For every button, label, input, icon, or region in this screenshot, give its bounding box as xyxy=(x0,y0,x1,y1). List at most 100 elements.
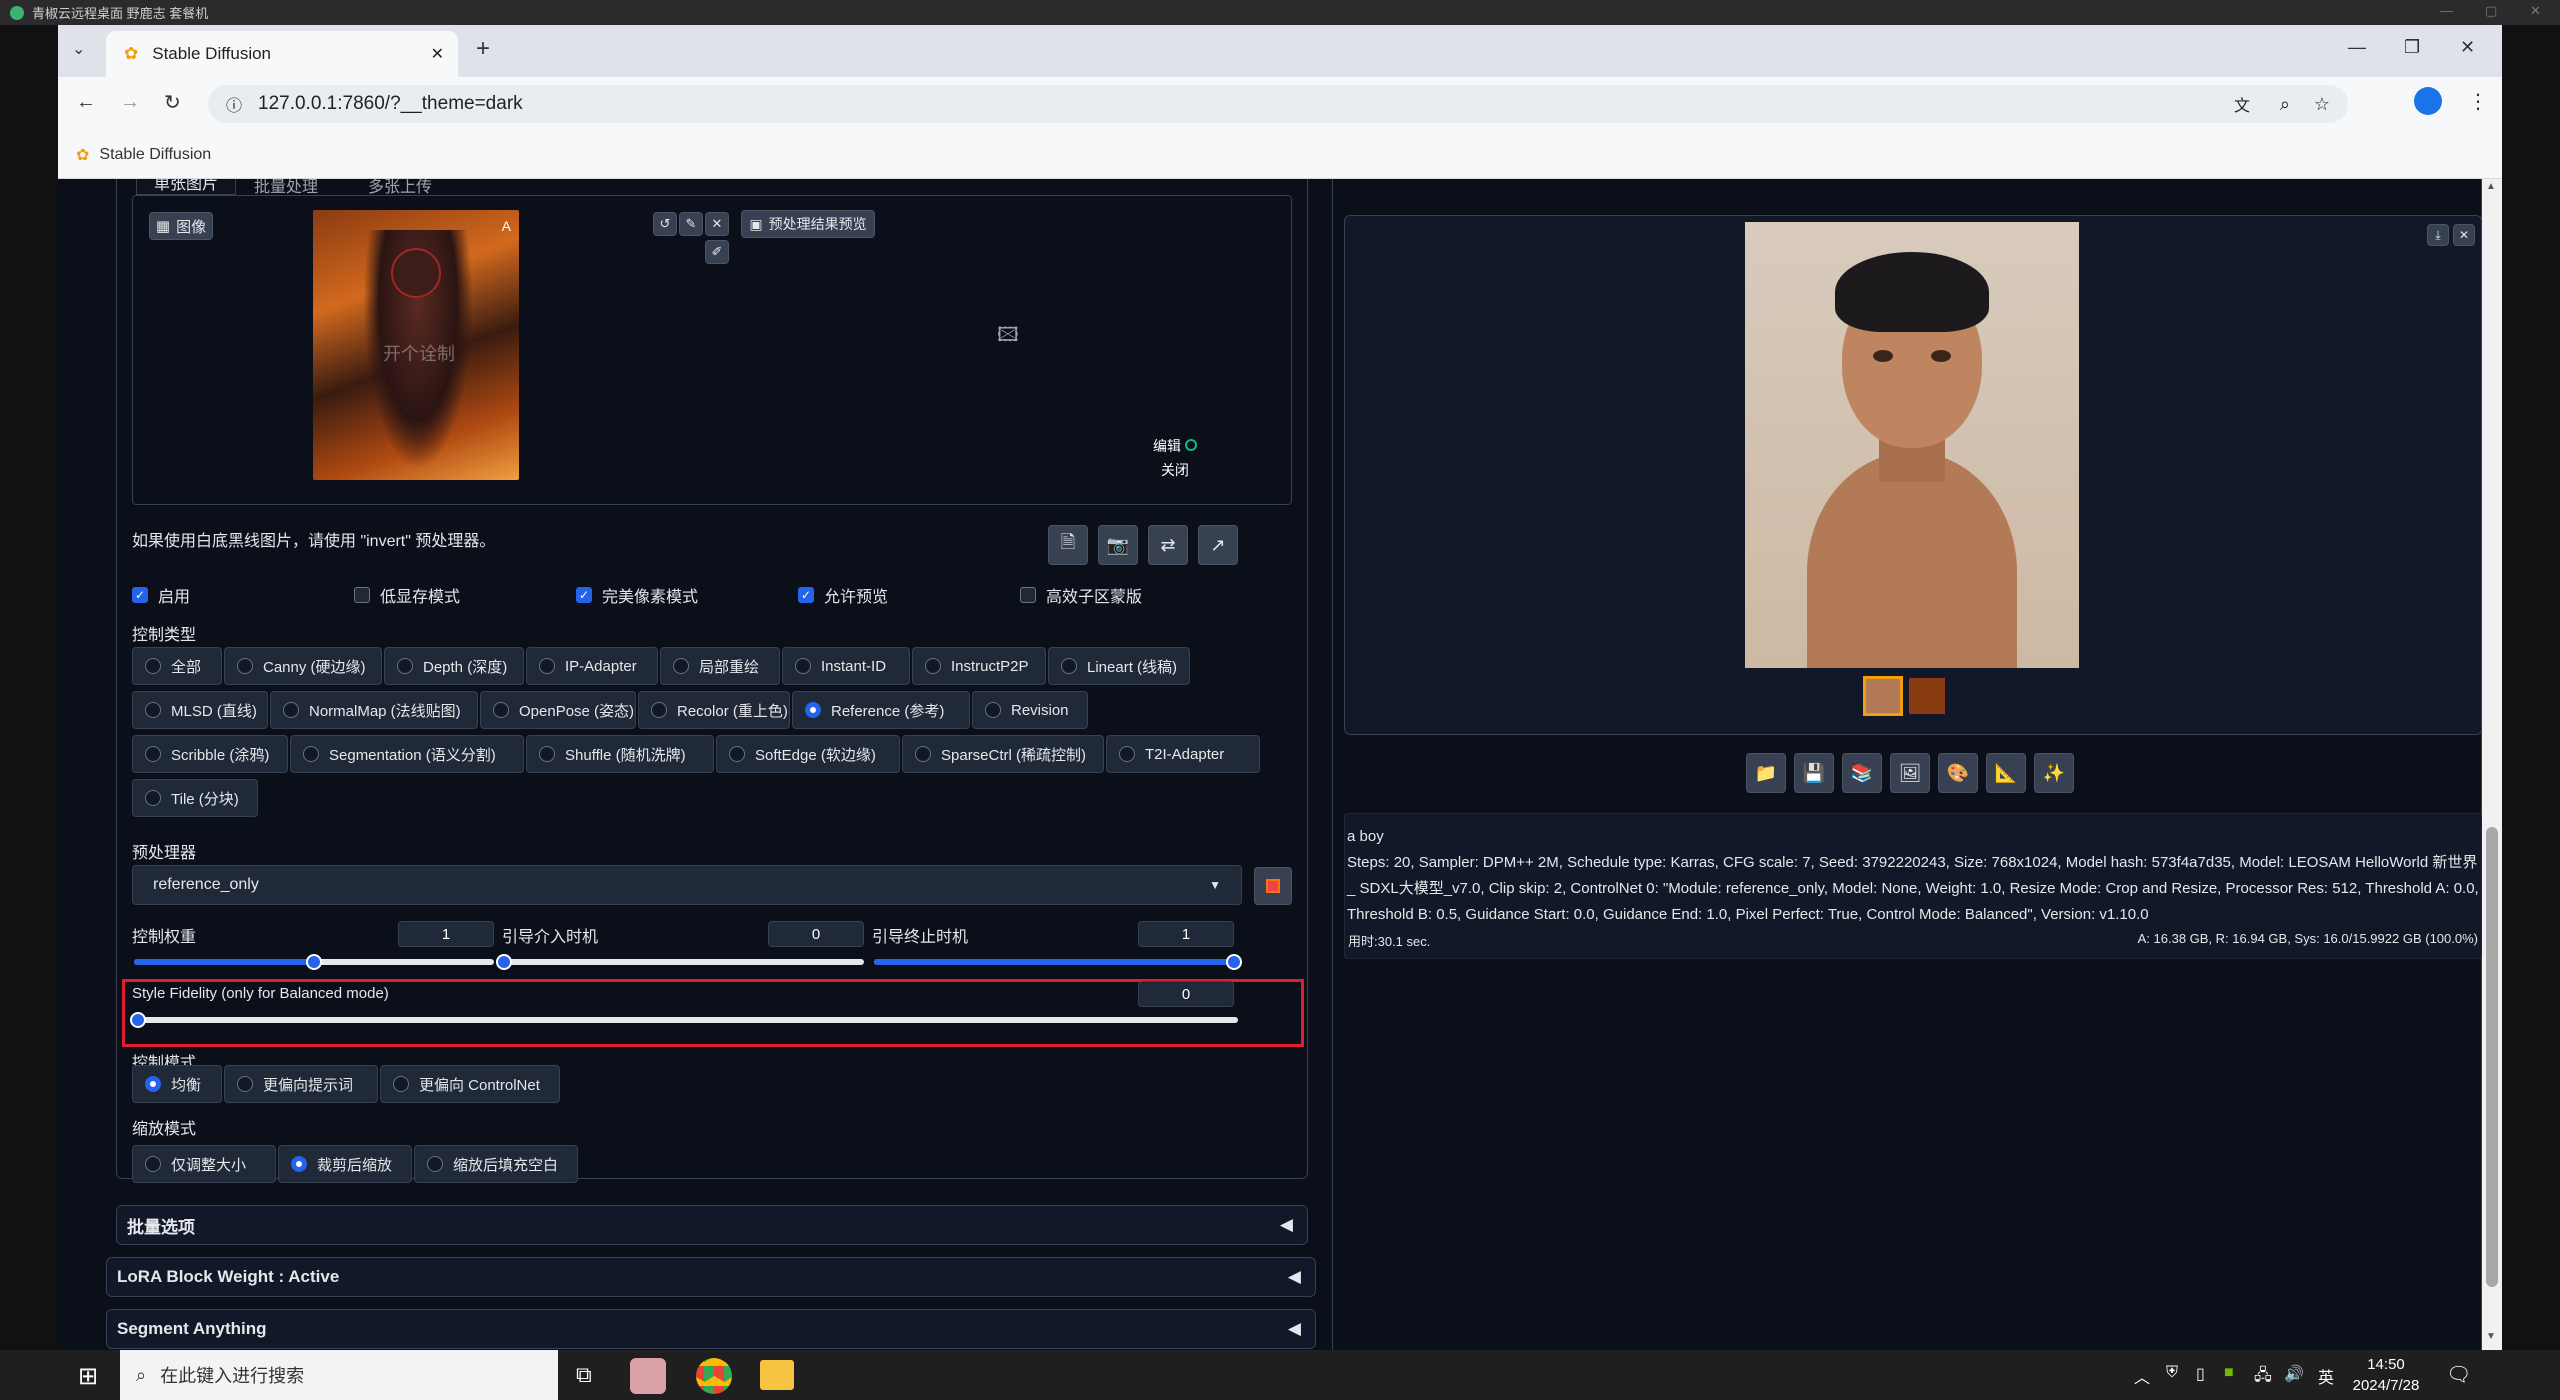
gallery-thumb-2[interactable] xyxy=(1909,678,1945,714)
windows-start-icon[interactable]: ⊞ xyxy=(78,1362,98,1391)
rd-minimize-icon[interactable]: — xyxy=(2440,3,2453,18)
send-inpaint-icon[interactable]: 🎨 xyxy=(1938,753,1978,793)
download-icon[interactable]: ⤓ xyxy=(2427,224,2449,246)
ctype-shuffle[interactable]: Shuffle (随机洗牌) xyxy=(526,735,714,773)
slider-handle[interactable] xyxy=(306,954,322,970)
usb-icon[interactable]: ▯ xyxy=(2196,1364,2205,1384)
scroll-up-icon[interactable]: ▲ xyxy=(2486,181,2496,192)
ctype-openpose[interactable]: OpenPose (姿态) xyxy=(480,691,636,729)
slider-handle[interactable] xyxy=(1226,954,1242,970)
ctype-t2i-adapter[interactable]: T2I-Adapter xyxy=(1106,735,1260,773)
ctype-depth[interactable]: Depth (深度) xyxy=(384,647,524,685)
tab-search-icon[interactable]: ⌄ xyxy=(72,39,85,59)
preprocessor-select[interactable]: reference_only ▼ xyxy=(132,865,1242,905)
doc-icon[interactable]: 🗎 xyxy=(1048,525,1088,565)
window-close-icon[interactable]: ✕ xyxy=(2460,37,2475,58)
forward-icon[interactable]: → xyxy=(120,91,140,114)
ctype-scribble[interactable]: Scribble (涂鸦) xyxy=(132,735,288,773)
ctype-recolor[interactable]: Recolor (重上色) xyxy=(638,691,790,729)
gallery-close-icon[interactable]: ✕ xyxy=(2453,224,2475,246)
window-minimize-icon[interactable]: — xyxy=(2348,37,2366,58)
volume-icon[interactable]: 🔊 xyxy=(2284,1364,2304,1384)
rd-close-icon[interactable]: ✕ xyxy=(2530,3,2541,19)
weight-input[interactable]: 1 xyxy=(398,921,494,947)
ctype-canny[interactable]: Canny (硬边缘) xyxy=(224,647,382,685)
preprocess-preview-button[interactable]: ▣ 预处理结果预览 xyxy=(741,210,875,238)
resize-crop[interactable]: 裁剪后缩放 xyxy=(278,1145,412,1183)
translate-icon[interactable]: 文 xyxy=(2234,92,2250,116)
resize-fill[interactable]: 缩放后填充空白 xyxy=(414,1145,578,1183)
nvidia-icon[interactable]: ■ xyxy=(2224,1364,2234,1382)
clock[interactable]: 14:50 2024/7/28 xyxy=(2346,1354,2426,1396)
zoom-icon[interactable]: ⌕ xyxy=(2280,94,2290,115)
resize-just[interactable]: 仅调整大小 xyxy=(132,1145,276,1183)
ctype-segmentation[interactable]: Segmentation (语义分割) xyxy=(290,735,524,773)
taskbar-app-icon[interactable] xyxy=(630,1358,666,1394)
style-fidelity-slider[interactable] xyxy=(130,1012,1238,1028)
site-info-icon[interactable]: ⓘ xyxy=(226,92,242,116)
back-icon[interactable]: ← xyxy=(76,91,96,114)
ctype-instant-id[interactable]: Instant-ID xyxy=(782,647,910,685)
allow-preview-checkbox[interactable]: ✓ 允许预览 xyxy=(798,583,888,607)
bookmark-stable-diffusion[interactable]: Stable Diffusion xyxy=(99,146,211,164)
guidance-start-input[interactable]: 0 xyxy=(768,921,864,947)
reload-icon[interactable]: ↻ xyxy=(164,90,181,115)
address-bar[interactable]: ⓘ 127.0.0.1:7860/?__theme=dark ☆ ⌕ 文 xyxy=(208,85,2348,123)
slider-handle[interactable] xyxy=(496,954,512,970)
ctype-ip-adapter[interactable]: IP-Adapter xyxy=(526,647,658,685)
save-icon[interactable]: 💾 xyxy=(1794,753,1834,793)
slider-handle[interactable] xyxy=(130,1012,146,1028)
network-icon[interactable]: 🖧 xyxy=(2254,1364,2272,1391)
swap-icon[interactable]: ⇄ xyxy=(1148,525,1188,565)
sparkle-icon[interactable]: ✨ xyxy=(2034,753,2074,793)
taskbar-search[interactable]: ⌕ 在此键入进行搜索 xyxy=(120,1350,558,1400)
task-view-icon[interactable]: ⧉ xyxy=(576,1362,592,1388)
ctype-inpaint[interactable]: 局部重绘 xyxy=(660,647,780,685)
edit-toggle[interactable]: 编辑 关闭 xyxy=(1153,434,1197,482)
tab-close-icon[interactable]: ✕ xyxy=(431,44,444,64)
ctype-lineart[interactable]: Lineart (线稿) xyxy=(1048,647,1190,685)
shield-icon[interactable]: ⛨ xyxy=(2166,1364,2178,1382)
ctype-sparsectrl[interactable]: SparseCtrl (稀疏控制) xyxy=(902,735,1104,773)
profile-avatar-icon[interactable] xyxy=(2414,87,2442,115)
weight-slider[interactable] xyxy=(134,954,494,970)
effective-mask-checkbox[interactable]: 高效子区蒙版 xyxy=(1020,583,1142,607)
camera-icon[interactable]: 📷 xyxy=(1098,525,1138,565)
ctype-tile[interactable]: Tile (分块) xyxy=(132,779,258,817)
file-explorer-icon[interactable] xyxy=(760,1360,794,1390)
ctype-reference[interactable]: Reference (参考) xyxy=(792,691,970,729)
ctype-softedge[interactable]: SoftEdge (软边缘) xyxy=(716,735,900,773)
enable-checkbox[interactable]: ✓ 启用 xyxy=(132,583,190,607)
gallery-thumb-1[interactable] xyxy=(1863,676,1903,716)
ctype-all[interactable]: 全部 xyxy=(132,647,222,685)
low-vram-checkbox[interactable]: 低显存模式 xyxy=(354,583,460,607)
page-scrollbar[interactable]: ▲ ▼ xyxy=(2482,179,2502,1350)
scroll-thumb[interactable] xyxy=(2486,827,2498,1287)
new-tab-icon[interactable]: + xyxy=(476,35,490,63)
clear-icon[interactable]: ✕ xyxy=(705,212,729,236)
run-preprocessor-icon[interactable] xyxy=(1254,867,1292,905)
menu-kebab-icon[interactable]: ⋮ xyxy=(2468,89,2488,114)
bookmark-star-icon[interactable]: ☆ xyxy=(2314,94,2330,115)
segment-anything-accordion[interactable]: Segment Anything ◀ xyxy=(106,1309,1316,1349)
subtab-single[interactable]: 单张图片 xyxy=(136,179,236,195)
mode-balanced[interactable]: 均衡 xyxy=(132,1065,222,1103)
send-img2img-icon[interactable]: 🖼 xyxy=(1890,753,1930,793)
batch-options-accordion[interactable]: 批量选项 ◀ xyxy=(116,1205,1308,1245)
ctype-revision[interactable]: Revision xyxy=(972,691,1088,729)
send-dimensions-icon[interactable]: ↗ xyxy=(1198,525,1238,565)
mode-controlnet[interactable]: 更偏向 ControlNet xyxy=(380,1065,560,1103)
window-restore-icon[interactable]: ❐ xyxy=(2404,37,2420,58)
image-upload-area[interactable]: ▦ 图像 开个诠制 A ↺ ✎ ✕ ✐ ▣ 预处理结果预览 🖾 编辑 关闭 xyxy=(132,195,1292,505)
send-extras-icon[interactable]: 📐 xyxy=(1986,753,2026,793)
ctype-mlsd[interactable]: MLSD (直线) xyxy=(132,691,268,729)
ime-indicator[interactable]: 英 xyxy=(2318,1364,2334,1388)
notification-icon[interactable]: 🗨 xyxy=(2446,1362,2471,1387)
generated-image[interactable] xyxy=(1745,222,2079,668)
mode-prompt[interactable]: 更偏向提示词 xyxy=(224,1065,378,1103)
zip-icon[interactable]: 📚 xyxy=(1842,753,1882,793)
pen-icon[interactable]: ✐ xyxy=(705,240,729,264)
open-folder-icon[interactable]: 📁 xyxy=(1746,753,1786,793)
rd-restore-icon[interactable]: ▢ xyxy=(2485,3,2497,19)
pixel-perfect-checkbox[interactable]: ✓ 完美像素模式 xyxy=(576,583,698,607)
